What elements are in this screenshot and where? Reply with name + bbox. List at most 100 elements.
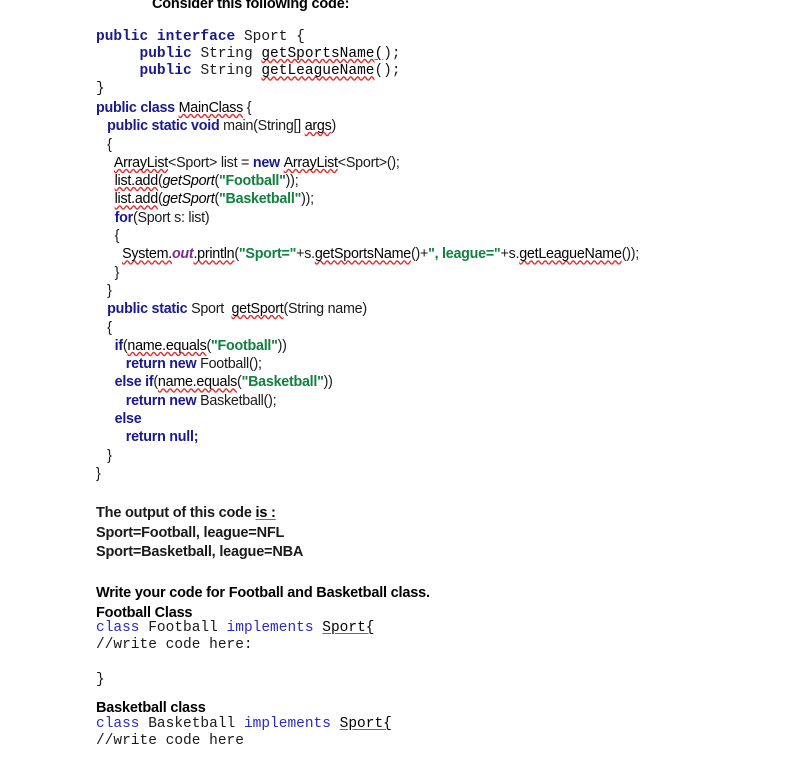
code-token: ArrayList bbox=[283, 154, 338, 171]
code-line: } bbox=[96, 264, 639, 282]
code-token: name.equals bbox=[157, 374, 238, 391]
code-token: implements bbox=[226, 620, 323, 636]
code-line: } bbox=[96, 81, 401, 98]
code-token: else bbox=[114, 411, 142, 428]
code-token: else if bbox=[114, 374, 154, 391]
code-line: } bbox=[96, 447, 639, 465]
code-line: for(Sport s: list) bbox=[96, 209, 639, 227]
code-token: getSport bbox=[231, 301, 284, 318]
code-token: getSportsName bbox=[314, 246, 411, 263]
code-line: list.add(getSport("Football")); bbox=[96, 172, 639, 190]
code-token: return new bbox=[125, 356, 201, 373]
code-token: ()+ bbox=[410, 246, 429, 263]
code-token: ArrayList bbox=[113, 154, 168, 171]
code-token: } bbox=[96, 282, 112, 299]
code-token: new bbox=[252, 154, 284, 171]
code-token: ) bbox=[331, 118, 337, 135]
code-line: { bbox=[96, 319, 639, 337]
code-token: "Football" bbox=[211, 337, 278, 354]
code-line: else bbox=[96, 410, 639, 428]
code-token: } bbox=[96, 264, 120, 281]
code-token: Basketball bbox=[148, 716, 244, 732]
code-token: public bbox=[139, 46, 201, 63]
code-token: Sport=Football, league=NFL bbox=[96, 524, 285, 541]
code-token: Sport { bbox=[243, 29, 305, 45]
code-token: list.add bbox=[114, 191, 159, 208]
code-token: if bbox=[114, 337, 123, 354]
code-token: ); bbox=[383, 46, 401, 63]
code-line: ArrayList<Sport> list = new ArrayList<Sp… bbox=[96, 154, 639, 172]
code-line: return new Basketball(); bbox=[96, 392, 639, 410]
code-line: return new Football(); bbox=[96, 355, 639, 373]
code-token: +s. bbox=[500, 246, 520, 263]
code-token: <Sport> list = bbox=[167, 154, 253, 171]
code-token: +s. bbox=[296, 246, 315, 263]
code-token: return new bbox=[125, 392, 201, 409]
code-token: <Sport>(); bbox=[337, 154, 400, 171]
code-token: Football(); bbox=[200, 356, 262, 373]
code-token: public static void bbox=[107, 118, 224, 135]
code-line: { bbox=[96, 227, 639, 245]
code-line: class Basketball implements Sport{ bbox=[96, 716, 392, 733]
code-token: Football bbox=[148, 620, 227, 636]
code-token: { bbox=[243, 100, 252, 116]
code-line: list.add(getSport("Basketball")); bbox=[96, 190, 639, 208]
code-token: ()); bbox=[621, 246, 640, 263]
code-line: //write code here: bbox=[96, 637, 374, 654]
code-token: { bbox=[96, 228, 120, 245]
page-title: Consider this following code: bbox=[152, 0, 350, 12]
code-token: Sport{ bbox=[339, 716, 392, 732]
code-token: public bbox=[139, 63, 201, 80]
code-token: "Sport=" bbox=[238, 246, 297, 263]
code-token: } bbox=[96, 447, 112, 464]
code-token: ", league=" bbox=[428, 246, 501, 263]
code-token: )) bbox=[277, 337, 287, 354]
code-line: public class MainClass { bbox=[96, 99, 639, 117]
code-token: MainClass bbox=[178, 100, 244, 116]
code-line: return null; bbox=[96, 428, 639, 446]
code-token: out bbox=[171, 246, 194, 263]
code-token: public class bbox=[96, 100, 179, 116]
code-token: getSportsName bbox=[261, 46, 375, 63]
code-line: The output of this code is : bbox=[96, 504, 303, 524]
code-token: implements bbox=[243, 716, 340, 732]
code-block-sport-interface: public interface Sport { public String g… bbox=[96, 29, 401, 98]
code-line: public static void main(String[] args) bbox=[96, 117, 639, 135]
code-token: getLeagueName bbox=[261, 63, 375, 80]
code-token: list.add bbox=[114, 173, 159, 190]
code-block-mainclass: public class MainClass { public static v… bbox=[96, 99, 639, 483]
code-token: System. bbox=[122, 246, 172, 263]
code-token: main(String[] bbox=[223, 118, 305, 135]
expected-output-section: The output of this code is : Sport=Footba… bbox=[96, 504, 303, 563]
code-token: public static bbox=[107, 301, 192, 318]
code-token: public interface bbox=[96, 29, 244, 45]
code-line: } bbox=[96, 465, 639, 483]
document-page: Consider this following code: public int… bbox=[0, 0, 788, 757]
code-line: class Football implements Sport{ bbox=[96, 620, 374, 637]
code-token: args bbox=[304, 118, 332, 135]
code-token: for bbox=[114, 209, 134, 226]
code-line: } bbox=[96, 282, 639, 300]
code-token: .println bbox=[193, 246, 235, 263]
code-line: Sport=Basketball, league=NBA bbox=[96, 543, 303, 563]
write-code-instruction: Write your code for Football and Basketb… bbox=[96, 585, 430, 601]
code-line: public String getSportsName(); bbox=[96, 46, 401, 63]
code-token: //write code here bbox=[96, 733, 244, 750]
code-token: { bbox=[96, 136, 112, 153]
code-token: getSport bbox=[162, 191, 215, 208]
code-token: name.equals bbox=[127, 337, 207, 354]
code-block-football-class: class Football implements Sport{//write … bbox=[96, 620, 374, 689]
